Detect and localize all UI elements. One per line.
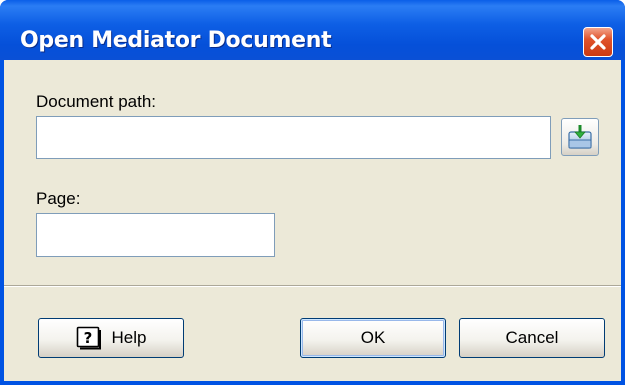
page-input[interactable]: [36, 213, 275, 257]
dialog-window: Open Mediator Document Document path: Pa…: [0, 0, 625, 385]
ok-button-label: OK: [360, 328, 386, 347]
svg-text:?: ?: [83, 329, 92, 347]
title-bar[interactable]: Open Mediator Document: [0, 0, 625, 60]
separator: [4, 285, 621, 287]
document-path-label: Document path:: [36, 92, 157, 111]
browse-button[interactable]: [561, 118, 599, 156]
page-label: Page:: [36, 189, 81, 208]
dialog-title: Open Mediator Document: [20, 28, 332, 53]
open-folder-icon: [568, 125, 592, 149]
cancel-button-label: Cancel: [505, 328, 559, 347]
document-path-input[interactable]: [36, 116, 551, 159]
help-button-label: Help: [111, 328, 147, 347]
help-book-icon: ?: [76, 326, 102, 350]
close-icon: [590, 34, 606, 50]
cancel-button[interactable]: Cancel: [459, 318, 605, 358]
help-button[interactable]: ? Help: [38, 318, 184, 358]
ok-button[interactable]: OK: [300, 318, 446, 358]
close-button[interactable]: [583, 27, 613, 57]
